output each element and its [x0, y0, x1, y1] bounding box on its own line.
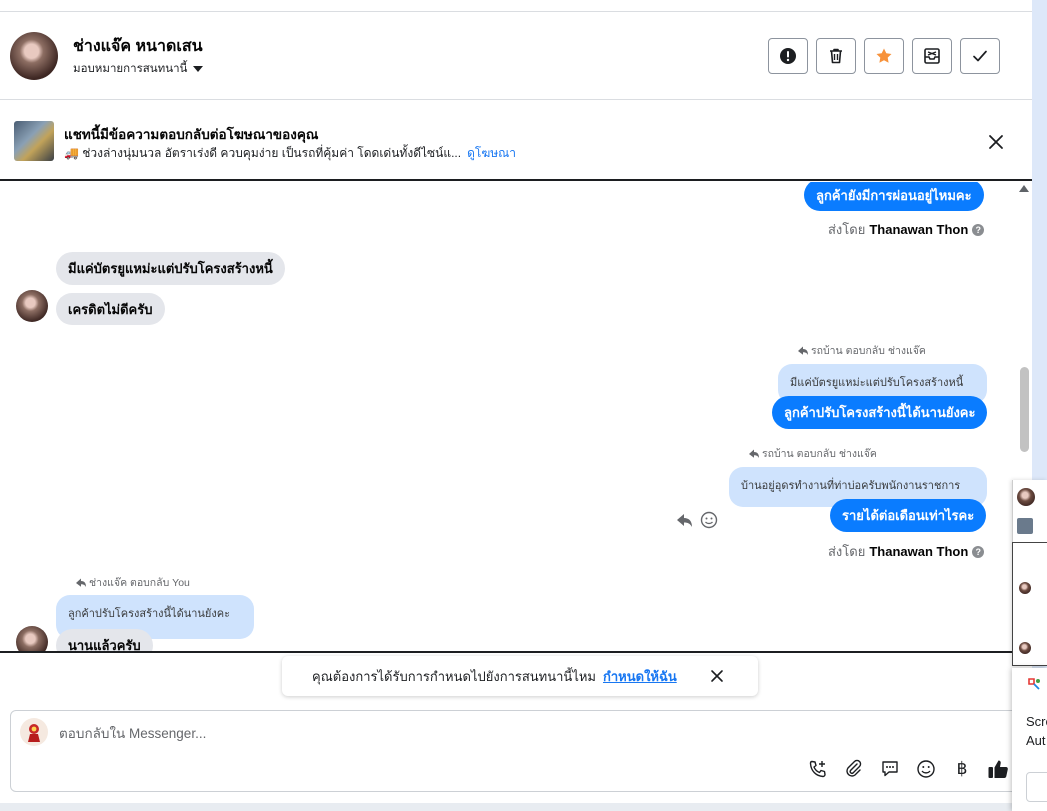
- archive-icon: [924, 48, 940, 64]
- bottom-bar: [0, 803, 1032, 811]
- reply-meta: ช่างแจ๊ค ตอบกลับ You: [75, 574, 190, 591]
- conversation-header: ช่างแจ๊ค หนาดเสน มอบหมายการสนทนานี้: [0, 12, 1032, 100]
- view-ad-link[interactable]: ดูโฆษณา: [467, 146, 516, 160]
- outgoing-message[interactable]: ลูกค้ายังมีการผ่อนอยู่ไหมคะ: [804, 182, 984, 211]
- page-logo-icon: [28, 724, 40, 742]
- message-text: ลูกค้ายังมีการผ่อนอยู่ไหมคะ: [816, 187, 972, 203]
- star-icon: [876, 48, 892, 63]
- app-logo-icon: [1028, 678, 1040, 690]
- inbox-conversation-view: ช่างแจ๊ค หนาดเสน มอบหมายการสนทนานี้ แชทน…: [0, 0, 1032, 811]
- reply-arrow-icon: [798, 346, 808, 355]
- sent-by-prefix: ส่งโดย: [828, 222, 866, 237]
- incoming-message[interactable]: มีแค่บัตรยูแหม่ะแต่ปรับโครงสร้างหนี้: [56, 252, 285, 285]
- preview-thumbnail: [1017, 518, 1033, 534]
- reply-arrow-icon: [749, 449, 759, 458]
- popup-text-line: Aut: [1026, 733, 1046, 748]
- quoted-text: บ้านอยู่อุดรทำงานที่ท่าบ่อครับพนักงานราช…: [741, 480, 961, 492]
- assign-suggestion-toast: คุณต้องการได้รับการกำหนดไปยังการสนทนานี้…: [282, 656, 758, 696]
- chat-bubble-icon[interactable]: [878, 757, 902, 781]
- contact-avatar-small: [16, 626, 48, 651]
- preview-avatar: [1017, 488, 1035, 506]
- alert-icon: [780, 48, 796, 64]
- message-text: รายได้ต่อเดือนเท่าไรคะ: [842, 508, 975, 523]
- composer-toolbar: ฿: [806, 757, 1010, 781]
- reply-meta-text: ช่างแจ๊ค ตอบกลับ You: [89, 577, 190, 589]
- reply-action-icon[interactable]: [676, 512, 694, 528]
- contact-name[interactable]: ช่างแจ๊ค หนาดเสน: [73, 34, 203, 59]
- page-avatar: [20, 718, 48, 746]
- reply-meta-text: รถบ้าน ตอบกลับ ช่างแจ๊ค: [811, 345, 926, 357]
- suggestion-text: คุณต้องการได้รับการกำหนดไปยังการสนทนานี้…: [312, 668, 596, 684]
- message-composer: ฿: [10, 710, 1020, 792]
- message-text: ลูกค้าปรับโครงสร้างนี้ได้นานยังคะ: [784, 405, 976, 420]
- reply-arrow-icon: [76, 578, 86, 587]
- incoming-message[interactable]: นานแล้วครับ: [56, 629, 153, 653]
- assign-conversation-dropdown[interactable]: มอบหมายการสนทนานี้: [73, 60, 204, 78]
- assign-label: มอบหมายการสนทนานี้: [73, 63, 188, 75]
- close-icon[interactable]: [709, 668, 725, 684]
- help-icon[interactable]: ?: [972, 545, 985, 558]
- ad-thumbnail[interactable]: [14, 121, 54, 161]
- popup-button[interactable]: [1026, 772, 1047, 802]
- trash-icon: [830, 48, 842, 64]
- notification-popup: Scre Aut: [1012, 668, 1047, 811]
- header-actions: [768, 38, 1000, 74]
- popup-text-line: Scre: [1026, 714, 1047, 729]
- incoming-message[interactable]: เครดิตไม่ดีครับ: [56, 293, 165, 325]
- like-icon[interactable]: [986, 757, 1010, 781]
- sender-name: Thanawan Thon: [869, 222, 969, 237]
- baht-icon[interactable]: ฿: [950, 757, 974, 781]
- quoted-text: ลูกค้าปรับโครงสร้างนี้ได้นานยังคะ: [68, 608, 231, 620]
- assign-to-me-link[interactable]: กำหนดให้ฉัน: [603, 666, 677, 687]
- ad-reply-banner: แชทนี้มีข้อความตอบกลับต่อโฆษณาของคุณ 🚚 ช…: [0, 101, 1032, 181]
- quoted-text: มีแค่บัตรยูแหม่ะแต่ปรับโครงสร้างหนี้: [790, 377, 964, 389]
- archive-button[interactable]: [912, 38, 952, 74]
- check-icon: [973, 50, 987, 62]
- message-thread[interactable]: ลูกค้ายังมีการผ่อนอยู่ไหมคะ ส่งโดย Thana…: [0, 182, 1032, 653]
- phone-add-icon[interactable]: [806, 757, 830, 781]
- star-button[interactable]: [864, 38, 904, 74]
- reply-input[interactable]: [59, 719, 759, 747]
- message-text: นานแล้วครับ: [68, 638, 141, 653]
- delete-button[interactable]: [816, 38, 856, 74]
- contact-avatar[interactable]: [10, 32, 58, 80]
- ad-banner-title: แชทนี้มีข้อความตอบกลับต่อโฆษณาของคุณ: [64, 127, 319, 142]
- preview-frame: [1012, 542, 1047, 666]
- sent-by-prefix: ส่งโดย: [828, 544, 866, 559]
- message-text: มีแค่บัตรยูแหม่ะแต่ปรับโครงสร้างหนี้: [68, 261, 273, 276]
- reply-meta-text: รถบ้าน ตอบกลับ ช่างแจ๊ค: [762, 448, 877, 460]
- sent-by-label: ส่งโดย Thanawan Thon ?: [828, 219, 985, 240]
- ad-banner-description: 🚚 ช่วงล่างนุ่มนวล อัตราเร่งดี ควบคุมง่าย…: [64, 144, 516, 163]
- outgoing-message[interactable]: รายได้ต่อเดือนเท่าไรคะ: [830, 499, 987, 532]
- reply-meta: รถบ้าน ตอบกลับ ช่างแจ๊ค: [797, 342, 926, 359]
- outgoing-message[interactable]: ลูกค้าปรับโครงสร้างนี้ได้นานยังคะ: [772, 396, 988, 429]
- help-icon[interactable]: ?: [972, 223, 985, 236]
- paperclip-icon[interactable]: [842, 757, 866, 781]
- mark-done-button[interactable]: [960, 38, 1000, 74]
- react-emoji-icon[interactable]: [700, 511, 718, 529]
- ad-description-text: 🚚 ช่วงล่างนุ่มนวล อัตราเร่งดี ควบคุมง่าย…: [64, 146, 462, 160]
- scrollbar-thumb[interactable]: [1020, 367, 1029, 452]
- scroll-up-arrow-icon[interactable]: [1019, 185, 1029, 192]
- emoji-icon[interactable]: [914, 757, 938, 781]
- mark-spam-button[interactable]: [768, 38, 808, 74]
- reply-meta: รถบ้าน ตอบกลับ ช่างแจ๊ค: [748, 445, 877, 462]
- sender-name: Thanawan Thon: [869, 544, 969, 559]
- contact-avatar-small: [16, 290, 48, 322]
- message-text: เครดิตไม่ดีครับ: [68, 301, 153, 317]
- caret-down-icon: [193, 66, 204, 72]
- close-icon[interactable]: [986, 132, 1006, 152]
- sent-by-label: ส่งโดย Thanawan Thon ?: [828, 541, 985, 562]
